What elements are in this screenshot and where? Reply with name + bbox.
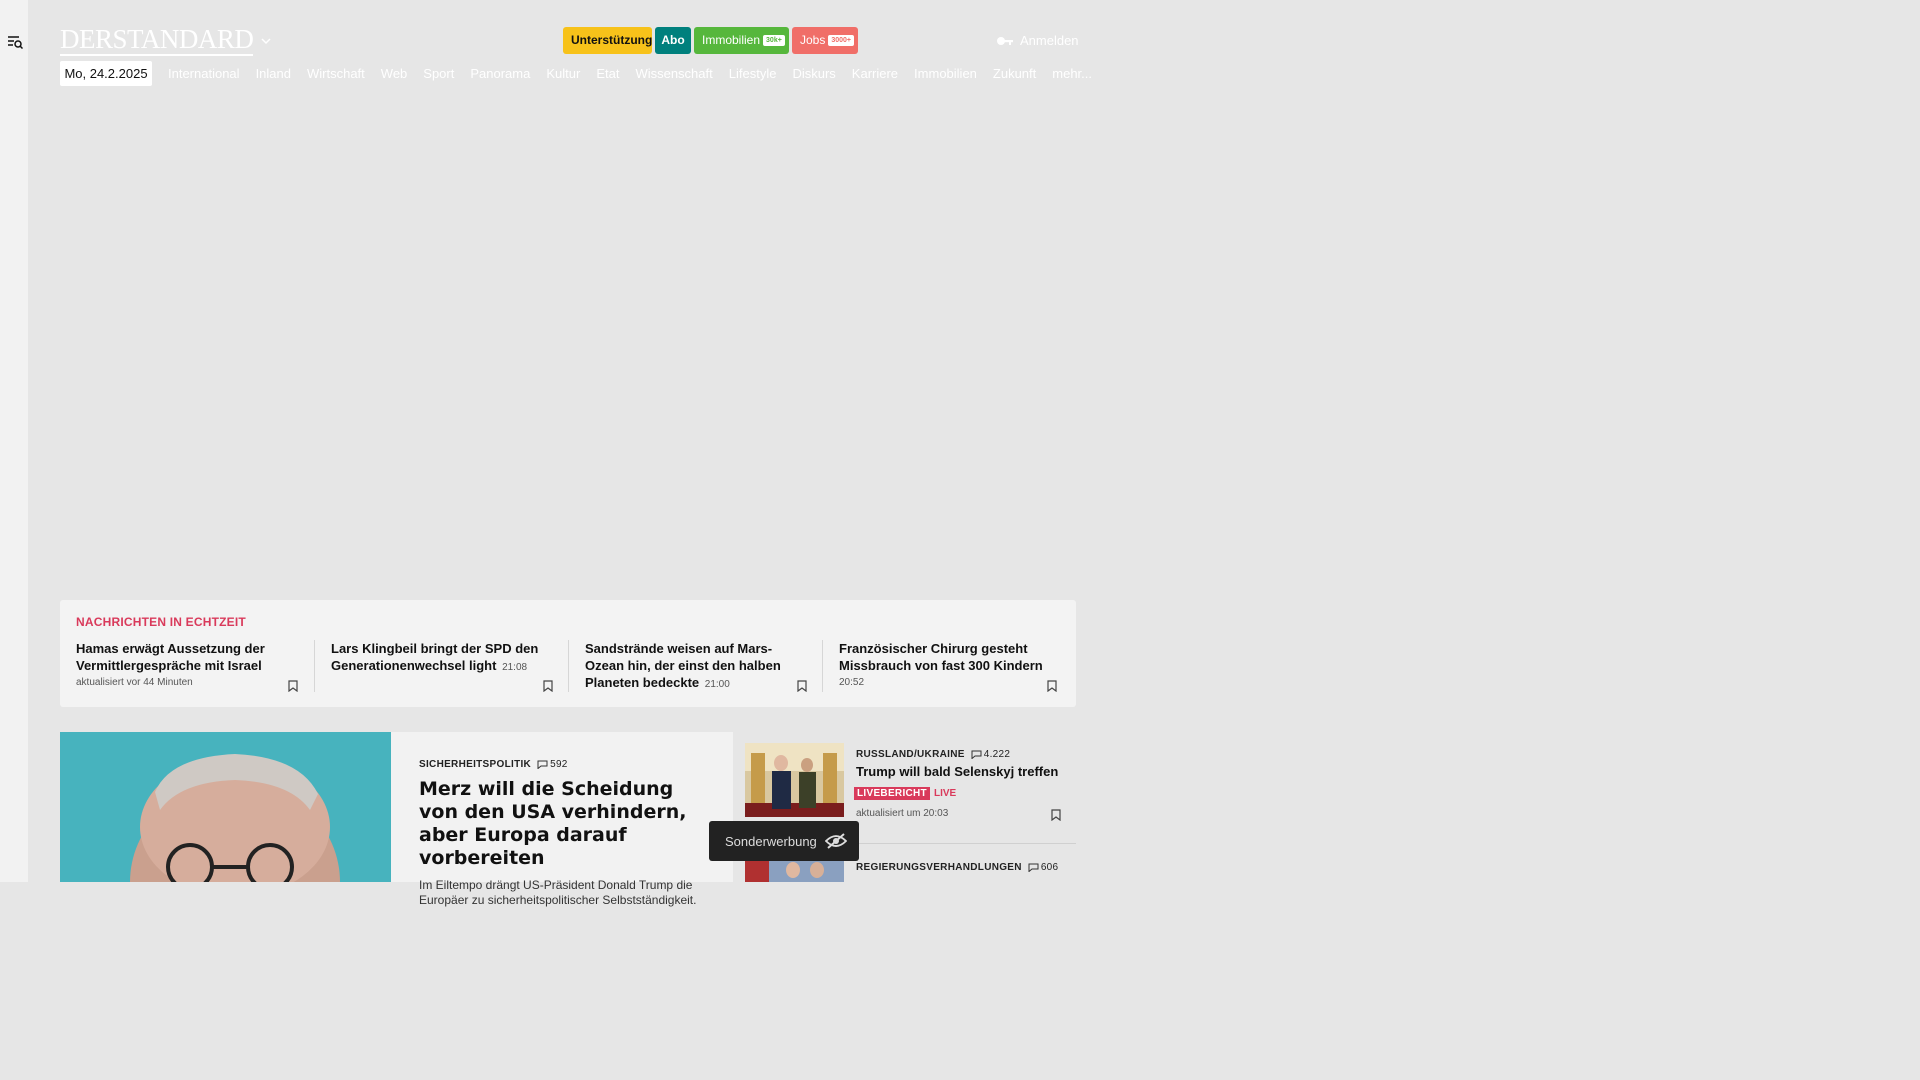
immobilien-label: Immobilien	[702, 33, 761, 47]
ticker-time: 21:08	[502, 662, 528, 673]
bookmark-icon[interactable]	[797, 680, 807, 692]
side-comment-count: 4.222	[983, 749, 1011, 760]
ticker-title: NACHRICHTEN IN ECHTZEIT	[76, 615, 246, 629]
comment-count[interactable]: 592	[537, 759, 568, 770]
hero-headline[interactable]: Merz will die Scheidung von den USA verh…	[419, 778, 705, 870]
nav-item-kultur[interactable]: Kultur	[546, 61, 580, 86]
live-ticker: NACHRICHTEN IN ECHTZEIT Hamas erwägt Aus…	[60, 600, 1076, 707]
hero-comment-count: 592	[550, 759, 568, 770]
photo-thumbnail	[745, 743, 844, 817]
side-timestamp: aktualisiert um 20:03	[856, 808, 949, 819]
nav-item-wirtschaft[interactable]: Wirtschaft	[307, 61, 365, 86]
left-rail	[0, 0, 28, 882]
bookmark-icon[interactable]	[1051, 809, 1061, 821]
article-thumbnail[interactable]	[745, 743, 844, 817]
side-comment-count: 606	[1040, 862, 1059, 873]
nav-item-immobilien[interactable]: Immobilien	[914, 61, 977, 86]
ticker-timestamp: 20:52	[839, 677, 865, 688]
bookmark-icon[interactable]	[1047, 680, 1057, 692]
side-article[interactable]: RUSSLAND/UKRAINE 4.222 Trump will bald S…	[854, 749, 1076, 819]
chevron-down-icon[interactable]	[259, 34, 273, 48]
logo[interactable]: DERSTANDARD	[60, 24, 254, 56]
login-link[interactable]: Anmelden	[996, 32, 1079, 50]
section-nav: International Inland Wirtschaft Web Spor…	[168, 61, 1092, 86]
abo-button[interactable]: Abo	[655, 27, 691, 54]
jobs-button[interactable]: Jobs 3000+	[792, 27, 858, 54]
ticker-time: 21:00	[704, 679, 730, 690]
side-kicker: REGIERUNGSVERHANDLUNGEN	[856, 862, 1022, 873]
ticker-headline: Hamas erwägt Aussetzung der Vermittlerge…	[76, 641, 265, 673]
hero-image[interactable]	[60, 732, 391, 882]
nav-item-more[interactable]: mehr...	[1052, 61, 1092, 86]
hero-teaser: Im Eiltempo drängt US-Präsident Donald T…	[419, 878, 697, 907]
key-icon	[997, 37, 1013, 45]
ticker-headline: Sandstrände weisen auf Mars-Ozean hin, d…	[585, 641, 781, 690]
comment-icon	[971, 750, 982, 759]
bookmark-icon[interactable]	[543, 680, 553, 692]
login-label: Anmelden	[1020, 33, 1079, 48]
nav-item-lifestyle[interactable]: Lifestyle	[729, 61, 777, 86]
nav-item-sport[interactable]: Sport	[423, 61, 454, 86]
current-date: Mo, 24.2.2025	[60, 61, 152, 86]
jobs-label: Jobs	[800, 33, 826, 47]
support-button[interactable]: Unterstützung	[563, 27, 652, 54]
ticker-item[interactable]: Französischer Chirurg gesteht Missbrauch…	[822, 640, 1076, 692]
ticker-item[interactable]: Hamas erwägt Aussetzung der Vermittlerge…	[60, 640, 314, 692]
livebericht-badge: LIVEBERICHT	[854, 787, 930, 800]
menu-search-icon[interactable]	[7, 34, 23, 50]
sponsored-toggle[interactable]: Sonderwerbung	[709, 821, 859, 861]
nav-item-karriere[interactable]: Karriere	[852, 61, 898, 86]
ticker-headline: Französischer Chirurg gesteht Missbrauch…	[839, 641, 1043, 673]
side-article[interactable]: REGIERUNGSVERHANDLUNGEN 606	[856, 862, 1076, 873]
nav-item-inland[interactable]: Inland	[256, 61, 291, 86]
nav-item-zukunft[interactable]: Zukunft	[993, 61, 1036, 86]
nav-item-panorama[interactable]: Panorama	[470, 61, 530, 86]
promo-label: Sonderwerbung	[725, 833, 817, 849]
bookmark-icon[interactable]	[288, 680, 298, 692]
side-headline[interactable]: Trump will bald Selenskyj treffen	[856, 764, 1076, 779]
comment-icon	[537, 760, 548, 769]
nav-item-web[interactable]: Web	[381, 61, 408, 86]
photo-thumbnail	[745, 858, 844, 882]
nav-item-diskurs[interactable]: Diskurs	[792, 61, 835, 86]
comment-count[interactable]: 606	[1028, 862, 1059, 873]
nav-item-international[interactable]: International	[168, 61, 240, 86]
comment-icon	[1028, 863, 1039, 872]
hero-kicker: SICHERHEITSPOLITIK	[419, 759, 532, 770]
ticker-timestamp: aktualisiert vor 44 Minuten	[76, 677, 193, 688]
immobilien-count-badge: 30k+	[763, 35, 785, 46]
article-thumbnail[interactable]	[745, 858, 844, 882]
comment-count[interactable]: 4.222	[971, 749, 1011, 760]
side-kicker: RUSSLAND/UKRAINE	[856, 749, 965, 760]
hero-article[interactable]: SICHERHEITSPOLITIK 592 Merz will die Sch…	[391, 732, 733, 907]
ticker-item[interactable]: Lars Klingbeil bringt der SPD den Genera…	[314, 640, 568, 692]
live-indicator: LIVE	[933, 788, 957, 799]
nav-item-etat[interactable]: Etat	[596, 61, 619, 86]
eye-off-icon	[824, 833, 847, 849]
portrait-illustration	[60, 732, 391, 882]
jobs-count-badge: 3000+	[828, 35, 855, 46]
ticker-item[interactable]: Sandstrände weisen auf Mars-Ozean hin, d…	[568, 640, 822, 692]
immobilien-button[interactable]: Immobilien 30k+	[694, 27, 789, 54]
nav-item-wissenschaft[interactable]: Wissenschaft	[635, 61, 712, 86]
